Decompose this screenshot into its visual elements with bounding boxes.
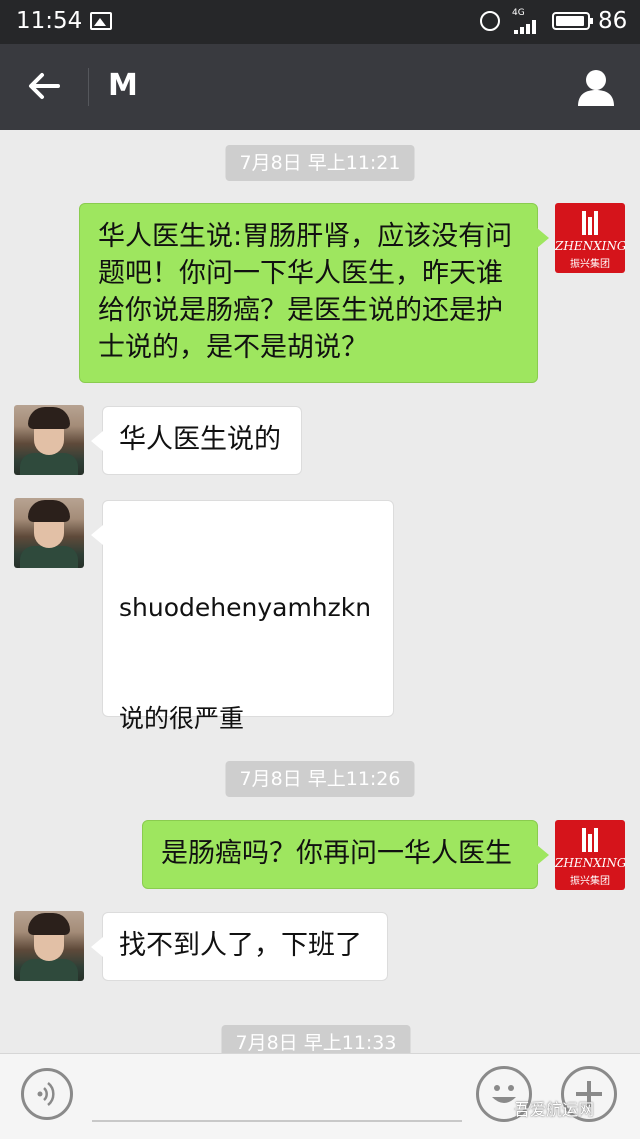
- contact-info-icon[interactable]: [574, 66, 618, 110]
- message-input[interactable]: [92, 1120, 462, 1122]
- received-message-bubble[interactable]: shuodehenyamhzkn 说的很严重: [91, 500, 394, 733]
- watermark: 吾爱航运网: [514, 1100, 595, 1119]
- message-text: shuodehenyamhzkn 说的很严重: [119, 593, 372, 733]
- voice-input-button[interactable]: [21, 1068, 73, 1120]
- header-divider: [88, 68, 89, 106]
- my-avatar[interactable]: ZHENXING 振兴集团: [555, 203, 625, 273]
- network-type: 4G: [512, 8, 525, 18]
- message-text: 找不到人了，下班了: [119, 930, 362, 961]
- back-arrow-icon[interactable]: [24, 66, 64, 106]
- contact-avatar[interactable]: [14, 498, 84, 568]
- battery-level: 86: [598, 8, 628, 34]
- voice-icon: [37, 1082, 55, 1106]
- alarm-icon: [480, 11, 500, 31]
- contact-avatar[interactable]: [14, 911, 84, 981]
- sent-message-bubble[interactable]: 是肠癌吗？你再问一华人医生: [142, 820, 549, 889]
- message-text: 华人医生说的: [119, 424, 281, 455]
- sent-message-bubble[interactable]: 华人医生说:胃肠肝肾，应该没有问题吧！你问一下华人医生，昨天谁给你说是肠癌？是医…: [79, 203, 549, 383]
- avatar-subtitle: 振兴集团: [570, 259, 610, 270]
- chat-header: M: [0, 44, 640, 130]
- status-time: 11:54: [16, 8, 83, 34]
- zhenxing-logo-icon: [582, 211, 598, 235]
- received-message-bubble[interactable]: 华人医生说的: [91, 406, 302, 475]
- contact-avatar[interactable]: [14, 405, 84, 475]
- signal-icon: [514, 20, 542, 34]
- message-text: 华人医生说:胃肠肝肾，应该没有问题吧！你问一下华人医生，昨天谁给你说是肠癌？是医…: [98, 221, 513, 363]
- my-avatar[interactable]: ZHENXING 振兴集团: [555, 820, 625, 890]
- avatar-brand: ZHENXING: [555, 239, 625, 253]
- avatar-brand: ZHENXING: [555, 856, 625, 870]
- zhenxing-logo-icon: [582, 828, 598, 852]
- image-notification-icon: [90, 12, 112, 30]
- received-message-bubble[interactable]: 找不到人了，下班了: [91, 912, 388, 981]
- message-text: 是肠癌吗？你再问一华人医生: [161, 838, 512, 869]
- battery-icon: [552, 12, 593, 30]
- message-timestamp: 7月8日 早上11:21: [225, 145, 415, 181]
- status-bar: 11:54 4G 86: [0, 0, 640, 44]
- chat-title: M: [108, 68, 138, 103]
- avatar-subtitle: 振兴集团: [570, 876, 610, 887]
- message-timestamp: 7月8日 早上11:26: [225, 761, 415, 797]
